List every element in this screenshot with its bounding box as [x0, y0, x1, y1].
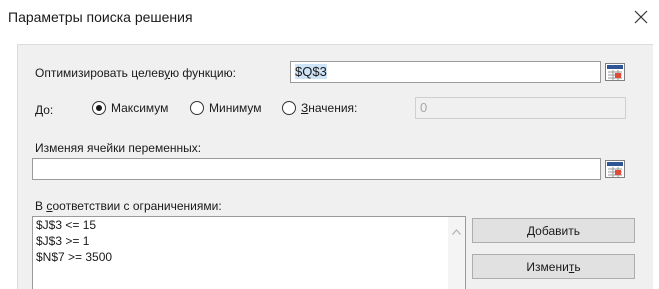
window-title: Параметры поиска решения: [8, 9, 193, 25]
constraints-list[interactable]: $J$3 <= 15 $J$3 >= 1 $N$7 >= 3500: [32, 216, 466, 289]
objective-value: $Q$3: [295, 64, 327, 79]
collapse-dialog-icon[interactable]: [604, 158, 626, 180]
objective-label: Оптимизировать целевую функцию:: [35, 66, 236, 80]
value-of-input[interactable]: 0: [415, 97, 626, 119]
scroll-up-icon[interactable]: [452, 224, 461, 238]
radio-value-indicator: [282, 101, 296, 115]
collapse-dialog-icon[interactable]: [604, 61, 626, 83]
list-item[interactable]: $J$3 <= 15: [33, 217, 465, 233]
radio-minimum[interactable]: Минимум: [190, 101, 262, 115]
title-bar: Параметры поиска решения: [0, 0, 659, 36]
change-button[interactable]: Измени т ь: [472, 254, 635, 279]
variables-input[interactable]: [32, 158, 601, 180]
list-item[interactable]: $N$7 >= 3500: [33, 249, 465, 265]
close-icon[interactable]: [628, 4, 654, 30]
to-label: До:: [35, 103, 54, 117]
value-of-text: 0: [420, 100, 428, 115]
scrollbar[interactable]: [448, 217, 465, 289]
radio-minimum-indicator: [190, 101, 204, 115]
objective-input[interactable]: $Q$3: [290, 61, 601, 83]
add-button[interactable]: Добавить: [472, 218, 635, 243]
radio-value[interactable]: Значения:: [282, 101, 357, 115]
radio-minimum-label: Минимум: [209, 101, 262, 115]
radio-maximum-indicator: [92, 101, 106, 115]
variables-label: Изменяя ячейки переменных:: [35, 141, 202, 155]
list-item[interactable]: $J$3 >= 1: [33, 233, 465, 249]
constraints-label: В соответствии с ограничениями:: [35, 199, 222, 213]
radio-maximum-label: Максимум: [111, 101, 169, 115]
radio-maximum[interactable]: Максимум: [92, 101, 168, 115]
radio-value-label: Значения:: [301, 101, 358, 115]
